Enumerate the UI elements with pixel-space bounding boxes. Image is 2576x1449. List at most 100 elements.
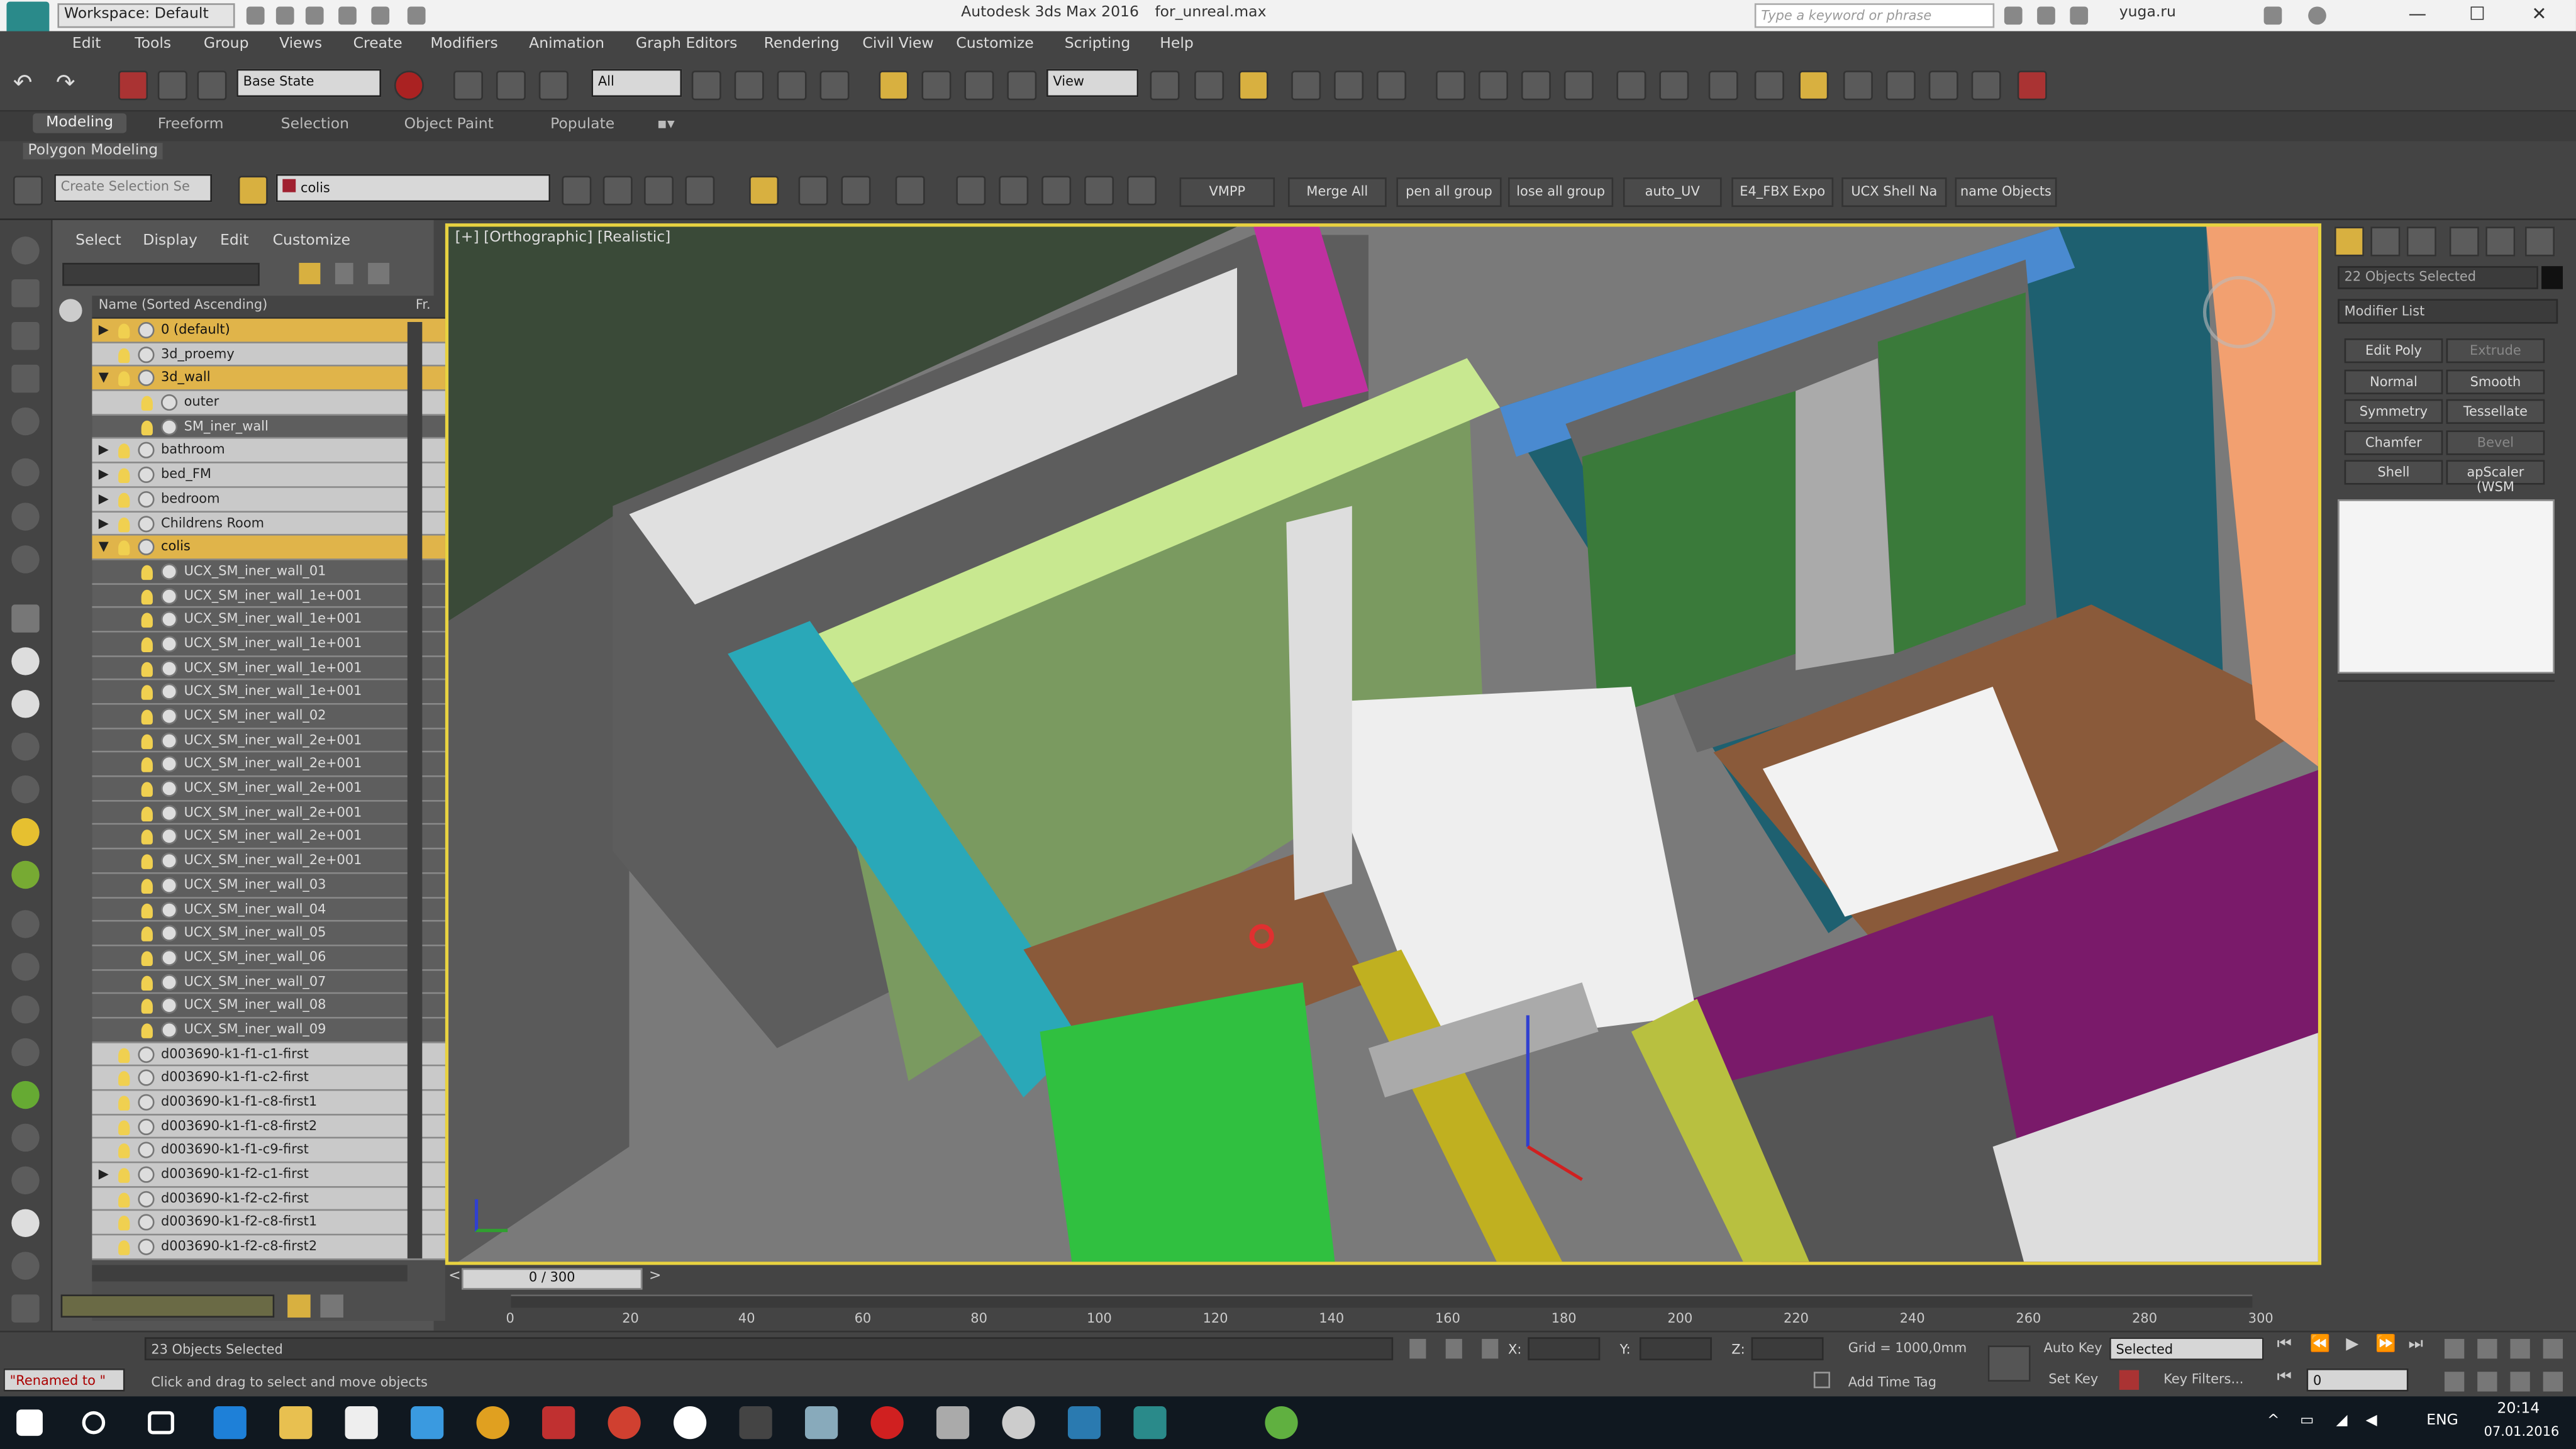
visibility-bulb-icon[interactable] <box>141 565 153 580</box>
go-to-start-icon[interactable]: ⏮ <box>2277 1336 2292 1354</box>
tree-row[interactable]: UCX_SM_iner_wall_1e+001 <box>92 656 462 681</box>
tool-h-icon[interactable] <box>1971 70 2001 101</box>
freeze-icon[interactable] <box>138 1070 155 1087</box>
visibility-bulb-icon[interactable] <box>118 1144 130 1159</box>
zoom-extents-icon[interactable] <box>2510 1338 2530 1359</box>
tree-row[interactable]: ▶ d003690-k1-f2-c1-first <box>92 1163 462 1187</box>
project-folder-icon[interactable] <box>407 6 426 25</box>
network-icon[interactable]: ◢ <box>2336 1413 2348 1429</box>
state-sets-dropdown[interactable]: Base State <box>236 69 382 97</box>
vmpp-button[interactable]: VMPP <box>1179 177 1275 208</box>
visibility-bulb-icon[interactable] <box>118 372 130 387</box>
hierarchy-tab-icon[interactable] <box>2406 226 2436 257</box>
freeze-icon[interactable] <box>160 828 178 845</box>
reference-coordinate-dropdown[interactable]: View <box>1046 69 1139 97</box>
visibility-bulb-icon[interactable] <box>141 686 153 701</box>
tool-f-icon[interactable] <box>1885 70 1916 101</box>
key-icon[interactable] <box>2119 1370 2140 1390</box>
edit-named-selection-icon[interactable] <box>13 175 43 206</box>
chrome-icon[interactable] <box>608 1406 641 1440</box>
select-and-link-icon[interactable] <box>453 70 483 101</box>
workspace-dropdown[interactable]: Workspace: Default <box>57 3 235 28</box>
tool-b-icon[interactable] <box>1708 70 1738 101</box>
visibility-bulb-icon[interactable] <box>141 396 153 411</box>
communication-icon[interactable] <box>2037 6 2055 25</box>
freeze-icon[interactable] <box>138 1045 155 1063</box>
freeze-icon[interactable] <box>160 611 178 628</box>
tree-row[interactable]: d003690-k1-f2-c2-first <box>92 1187 462 1212</box>
align-icon[interactable] <box>1377 70 1407 101</box>
explorer-toggle-icon[interactable] <box>749 175 779 206</box>
play-icon[interactable]: ▶ <box>2346 1336 2358 1354</box>
tree-row[interactable]: ▶ Childrens Room <box>92 511 462 536</box>
explorer-scrollbar[interactable] <box>407 321 423 1258</box>
menu-help[interactable]: Help <box>1160 36 1194 52</box>
tree-row[interactable]: UCX_SM_iner_wall_2e+001 <box>92 801 462 826</box>
tree-row[interactable]: UCX_SM_iner_wall_2e+001 <box>92 753 462 777</box>
select-object-icon[interactable] <box>691 70 721 101</box>
tree-row[interactable]: UCX_SM_iner_wall_07 <box>92 970 462 995</box>
menu-views[interactable]: Views <box>279 36 322 52</box>
pivot-center-icon[interactable] <box>1150 70 1180 101</box>
menu-scripting[interactable]: Scripting <box>1065 36 1131 52</box>
y-coord-field[interactable] <box>1639 1337 1712 1360</box>
visibility-bulb-icon[interactable] <box>118 1192 130 1208</box>
clock-time[interactable]: 20:14 <box>2497 1401 2540 1418</box>
edge-icon[interactable] <box>213 1406 247 1440</box>
freeze-icon[interactable] <box>138 1214 155 1231</box>
tool-icon-9[interactable] <box>11 604 40 633</box>
app-icon-7[interactable] <box>476 1406 509 1440</box>
clock-date[interactable]: 07.01.2016 <box>2484 1424 2560 1440</box>
tree-row[interactable]: UCX_SM_iner_wall_02 <box>92 704 462 730</box>
3dsmax-taskbar-icon[interactable] <box>1133 1406 1167 1440</box>
tool-icon-15[interactable] <box>11 860 40 889</box>
close-button[interactable]: ✕ <box>2531 3 2546 25</box>
tree-row[interactable]: ▶ bathroom <box>92 439 462 464</box>
tree-row[interactable]: ▼ 3d_wall <box>92 367 462 391</box>
visibility-bulb-icon[interactable] <box>118 1119 130 1135</box>
layer-icon[interactable] <box>157 70 187 101</box>
tool-icon-7[interactable] <box>11 502 40 531</box>
open-file-icon[interactable] <box>275 6 294 25</box>
search-input[interactable]: Type a keyword or phrase <box>1754 3 1995 28</box>
tool-icon-13[interactable] <box>11 775 40 804</box>
visibility-bulb-icon[interactable] <box>141 854 153 870</box>
select-by-name-icon[interactable] <box>734 70 764 101</box>
fbx-export-button[interactable]: E4_FBX Expo <box>1731 177 1834 208</box>
maximize-viewport-icon[interactable] <box>2543 1372 2563 1392</box>
explorer-menu-edit[interactable]: Edit <box>220 233 249 250</box>
add-time-tag-icon[interactable] <box>1813 1372 1830 1389</box>
expand-arrow-icon[interactable]: ▶ <box>99 515 109 530</box>
previous-frame-icon[interactable]: ⏪ <box>2310 1336 2331 1354</box>
freeze-icon[interactable] <box>138 1238 155 1256</box>
freeze-icon[interactable] <box>160 708 178 724</box>
mirror-icon[interactable] <box>1291 70 1321 101</box>
tree-row[interactable]: UCX_SM_iner_wall_1e+001 <box>92 632 462 657</box>
exchange-icon[interactable] <box>2263 6 2282 25</box>
menu-group[interactable]: Group <box>204 36 249 52</box>
visibility-bulb-icon[interactable] <box>118 468 130 484</box>
rendered-frame-icon[interactable] <box>956 175 986 206</box>
tab-freeform[interactable]: Freeform <box>158 116 224 133</box>
angle-snap-icon[interactable] <box>1478 70 1508 101</box>
minimize-button[interactable]: — <box>2408 3 2426 25</box>
display-none-icon[interactable] <box>59 299 82 322</box>
visibility-bulb-icon[interactable] <box>141 420 153 435</box>
tab-modeling[interactable]: Modeling <box>33 113 127 133</box>
user-name[interactable]: yuga.ru <box>2119 5 2176 21</box>
freeze-icon[interactable] <box>138 321 155 339</box>
tree-row[interactable]: ▶ 0 (default) <box>92 318 462 343</box>
layer-tool-d-icon[interactable] <box>685 175 715 206</box>
modifier-list-dropdown[interactable]: Modifier List <box>2338 299 2558 324</box>
menu-edit[interactable]: Edit <box>72 36 101 52</box>
freeze-icon[interactable] <box>160 949 178 966</box>
tool-icon-22[interactable] <box>11 1166 40 1195</box>
visibility-bulb-icon[interactable] <box>141 637 153 652</box>
tree-row[interactable]: outer <box>92 391 462 416</box>
epic-games-icon[interactable] <box>739 1406 772 1440</box>
maxscript-listener[interactable]: "Renamed to " <box>3 1368 125 1392</box>
display-tab-icon[interactable] <box>2485 226 2516 257</box>
tree-row[interactable]: ▶ bed_FM <box>92 463 462 488</box>
tree-header[interactable]: Name (Sorted Ascending) Fr. <box>92 296 462 319</box>
freeze-icon[interactable] <box>160 804 178 821</box>
